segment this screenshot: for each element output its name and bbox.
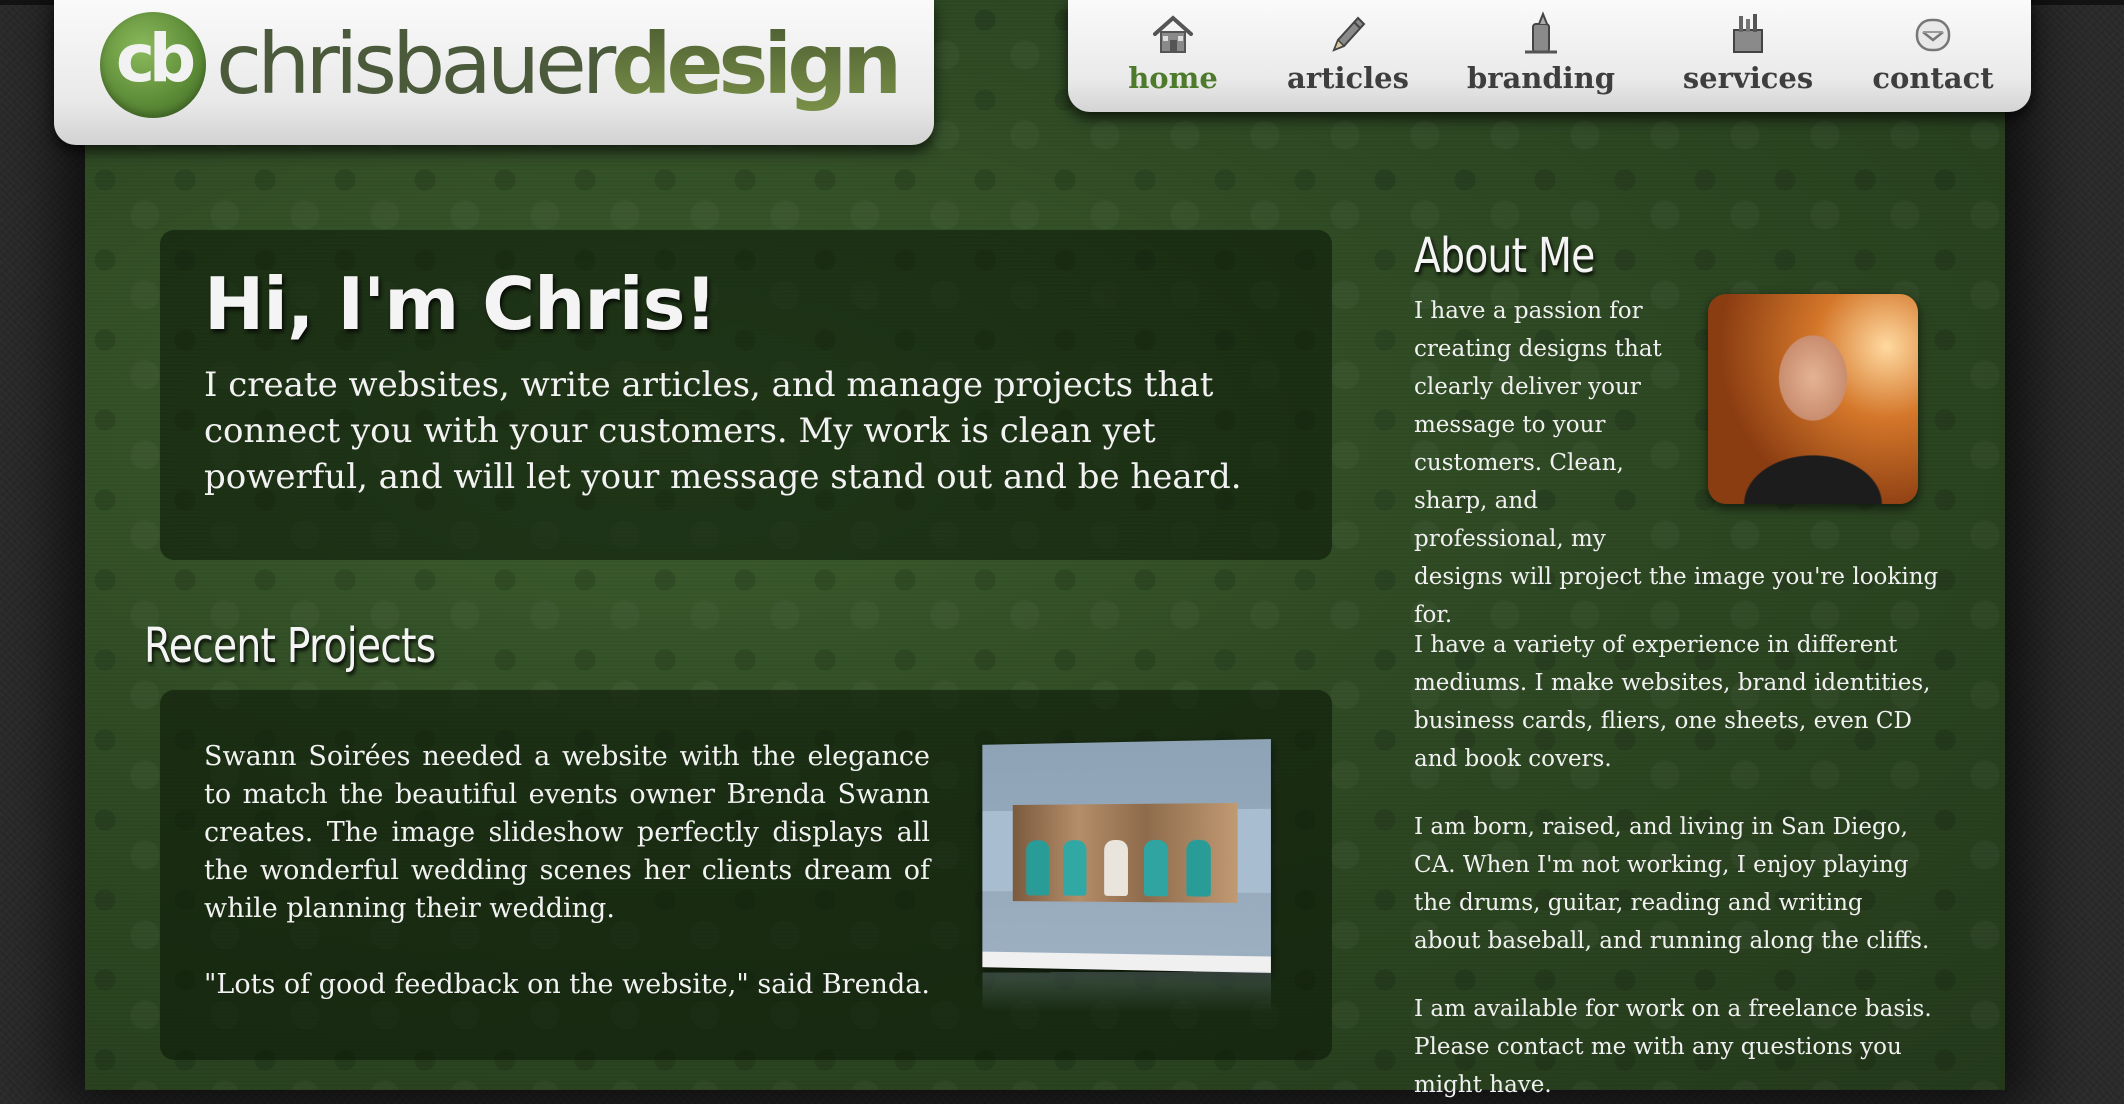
nav-services-label: services bbox=[1682, 61, 1814, 95]
nav-branding-label: branding bbox=[1466, 61, 1616, 95]
logo-text-bold: design bbox=[611, 15, 902, 113]
thumbnail-photo bbox=[1012, 802, 1238, 903]
about-me-heading: About Me bbox=[1414, 228, 1595, 284]
about-paragraph-3: I am born, raised, and living in San Die… bbox=[1414, 814, 1930, 954]
nav-branding[interactable]: branding bbox=[1456, 10, 1626, 100]
branding-icon bbox=[1525, 11, 1557, 54]
pencil-icon bbox=[1332, 16, 1366, 52]
recent-projects-heading: Recent Projects bbox=[144, 618, 436, 674]
logo-panel[interactable]: cb chrisbauerdesign bbox=[54, 0, 934, 145]
intro-text: I create websites, write articles, and m… bbox=[204, 365, 1242, 497]
about-paragraph-1: I have a passion for creating designs th… bbox=[1414, 292, 1974, 634]
thumbnail-reflection bbox=[982, 971, 1271, 1013]
nav-contact-label: contact bbox=[1872, 61, 1994, 95]
nav-home[interactable]: home bbox=[1118, 10, 1228, 100]
toolbox-icon bbox=[1733, 14, 1763, 53]
site-logo[interactable]: chrisbauerdesign bbox=[216, 14, 902, 124]
project-quote: "Lots of good feedback on the website," … bbox=[204, 969, 930, 1000]
logo-text-light: chrisbauer bbox=[216, 15, 616, 113]
about-paragraph-2: I have a variety of experience in differ… bbox=[1414, 632, 1931, 772]
nav-articles-label: articles bbox=[1287, 61, 1409, 95]
envelope-icon bbox=[1915, 18, 1951, 52]
logo-mark: cb bbox=[100, 12, 206, 118]
nav-contact[interactable]: contact bbox=[1853, 10, 2013, 100]
about-paragraph-4: I am available for work on a freelance b… bbox=[1414, 996, 1932, 1098]
home-icon bbox=[1153, 15, 1193, 53]
project-thumbnail[interactable] bbox=[982, 739, 1271, 973]
intro-heading: Hi, I'm Chris! bbox=[204, 262, 717, 346]
logo-mark-text: cb bbox=[115, 20, 196, 97]
main-nav: home articles branding services contact bbox=[1068, 0, 2031, 112]
project-description: Swann Soirées needed a website with the … bbox=[204, 741, 930, 924]
nav-services[interactable]: services bbox=[1663, 10, 1833, 100]
nav-articles[interactable]: articles bbox=[1273, 10, 1423, 100]
nav-home-label: home bbox=[1128, 61, 1218, 95]
